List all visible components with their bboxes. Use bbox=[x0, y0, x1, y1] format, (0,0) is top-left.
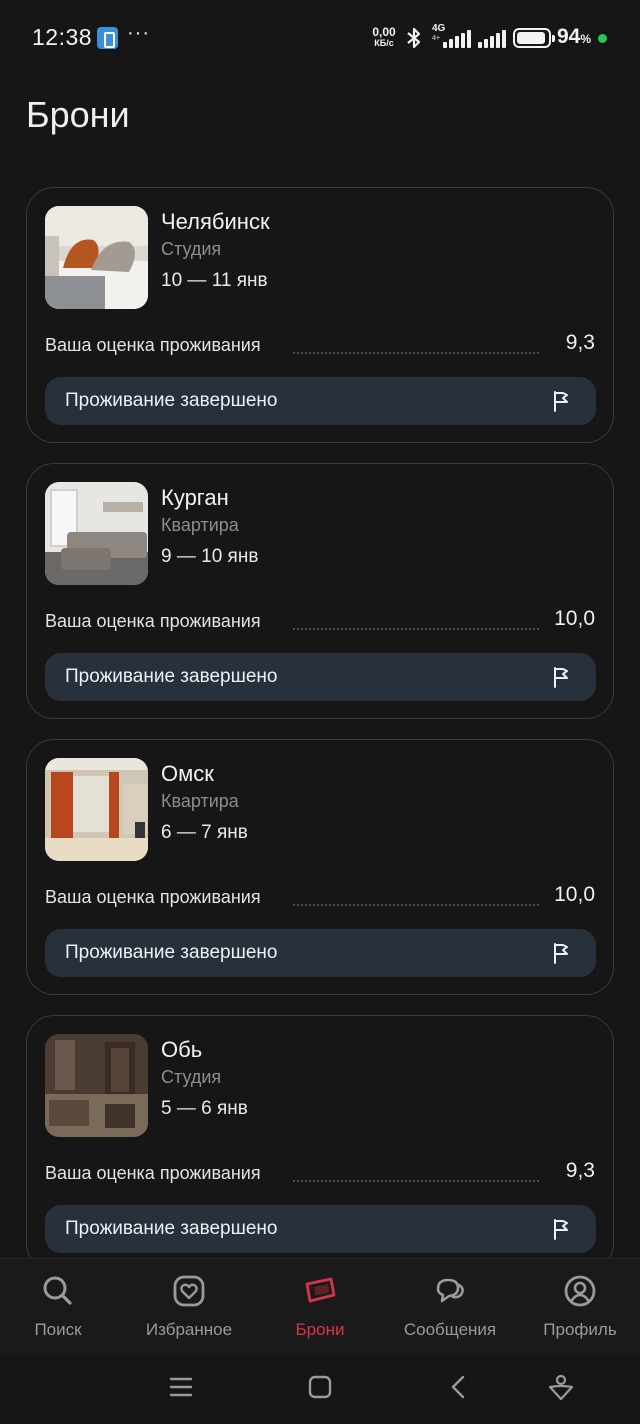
search-icon bbox=[43, 1276, 72, 1305]
rating-leader-dots bbox=[293, 628, 539, 630]
booking-type: Квартира bbox=[161, 791, 239, 811]
booking-city: Обь bbox=[161, 1037, 203, 1062]
home-icon[interactable] bbox=[305, 1372, 335, 1402]
nav-item-bookings[interactable]: Брони bbox=[256, 1273, 384, 1340]
menu-icon[interactable] bbox=[166, 1372, 196, 1402]
stay-status-label: Проживание завершено bbox=[65, 942, 278, 963]
booking-city: Курган bbox=[161, 485, 229, 510]
nav-item-favorites[interactable]: Избранное bbox=[125, 1273, 253, 1340]
rating-leader-dots bbox=[293, 904, 539, 906]
back-icon[interactable] bbox=[444, 1372, 474, 1402]
listing-photo bbox=[45, 1034, 148, 1137]
heart-icon bbox=[173, 1275, 205, 1307]
app-notification-icon bbox=[97, 27, 118, 49]
signal-icon-2 bbox=[478, 28, 508, 48]
ticket-icon bbox=[305, 1277, 336, 1303]
booking-type: Студия bbox=[161, 239, 222, 259]
flag-icon bbox=[554, 391, 568, 412]
speed-unit: КБ/с bbox=[374, 38, 394, 48]
stay-status-label: Проживание завершено bbox=[65, 666, 278, 687]
nav-item-messages[interactable]: Сообщения bbox=[386, 1273, 514, 1340]
status-time: 12:38 bbox=[32, 24, 93, 50]
rating-label: Ваша оценка проживания bbox=[45, 335, 261, 355]
chat-icon bbox=[436, 1278, 464, 1303]
listing-photo bbox=[45, 758, 148, 861]
booking-type: Студия bbox=[161, 1067, 222, 1087]
nav-item-profile[interactable]: Профиль bbox=[516, 1273, 640, 1340]
assistant-icon[interactable] bbox=[546, 1372, 576, 1402]
stay-status-button[interactable]: Проживание завершено bbox=[45, 377, 596, 425]
flag-icon bbox=[554, 667, 568, 688]
nav-label-messages: Сообщения bbox=[403, 1320, 497, 1339]
stay-status-button[interactable]: Проживание завершено bbox=[45, 1205, 596, 1253]
stay-status-button[interactable]: Проживание завершено bbox=[45, 929, 596, 977]
booking-dates: 6 — 7 янв bbox=[161, 822, 248, 843]
listing-photo bbox=[45, 482, 148, 585]
flag-icon bbox=[554, 943, 568, 964]
nav-item-search[interactable]: Поиск bbox=[0, 1273, 122, 1340]
stay-status-label: Проживание завершено bbox=[65, 390, 278, 411]
rating-value: 9,3 bbox=[565, 1159, 595, 1182]
rating-leader-dots bbox=[293, 1180, 539, 1182]
booking-card[interactable]: Омск Квартира 6 — 7 янв Ваша оценка прож… bbox=[26, 739, 614, 995]
bluetooth-icon bbox=[407, 27, 421, 49]
booking-dates: 9 — 10 янв bbox=[161, 546, 259, 567]
battery-percent-value: 94 bbox=[557, 25, 581, 48]
signal-icon bbox=[443, 28, 473, 48]
privacy-indicator-dot bbox=[598, 34, 607, 43]
status-bar: 12:38 ··· 0,00 КБ/с 4G 4+ 94% bbox=[0, 0, 640, 78]
stay-status-label: Проживание завершено bbox=[65, 1218, 278, 1239]
battery-percent-unit: % bbox=[580, 32, 592, 46]
booking-card[interactable]: Обь Студия 5 — 6 янв Ваша оценка прожива… bbox=[26, 1015, 614, 1271]
listing-photo bbox=[45, 206, 148, 309]
rating-label: Ваша оценка проживания bbox=[45, 887, 261, 907]
speed-value: 0,00 bbox=[372, 25, 396, 39]
rating-label: Ваша оценка проживания bbox=[45, 611, 261, 631]
booking-city: Челябинск bbox=[161, 209, 270, 234]
more-notifications-icon: ··· bbox=[127, 22, 150, 44]
flag-icon bbox=[554, 1219, 568, 1240]
profile-icon bbox=[564, 1275, 596, 1307]
network-speed: 0,00 КБ/с bbox=[369, 25, 399, 49]
nav-label-favorites: Избранное bbox=[145, 1320, 233, 1339]
bottom-nav: Поиск Избранное Брони Сообщения Профиль bbox=[0, 1258, 640, 1354]
system-nav bbox=[0, 1354, 640, 1424]
booking-dates: 10 — 11 янв bbox=[161, 270, 268, 291]
nav-label-bookings: Брони bbox=[295, 1320, 345, 1339]
rating-value: 10,0 bbox=[554, 883, 595, 906]
booking-card[interactable]: Челябинск Студия 10 — 11 янв Ваша оценка… bbox=[26, 187, 614, 443]
nav-label-profile: Профиль bbox=[543, 1320, 617, 1339]
nav-label-search: Поиск bbox=[34, 1320, 82, 1339]
booking-type: Квартира bbox=[161, 515, 239, 535]
rating-value: 10,0 bbox=[554, 607, 595, 630]
rating-value: 9,3 bbox=[565, 331, 595, 354]
page-title: Брони bbox=[26, 94, 130, 135]
battery-percent: 94% bbox=[557, 25, 591, 49]
battery-icon bbox=[513, 28, 555, 48]
rating-label: Ваша оценка проживания bbox=[45, 1163, 261, 1183]
booking-dates: 5 — 6 янв bbox=[161, 1098, 248, 1119]
booking-card[interactable]: Курган Квартира 9 — 10 янв Ваша оценка п… bbox=[26, 463, 614, 719]
rating-leader-dots bbox=[293, 352, 539, 354]
stay-status-button[interactable]: Проживание завершено bbox=[45, 653, 596, 701]
booking-city: Омск bbox=[161, 761, 214, 786]
